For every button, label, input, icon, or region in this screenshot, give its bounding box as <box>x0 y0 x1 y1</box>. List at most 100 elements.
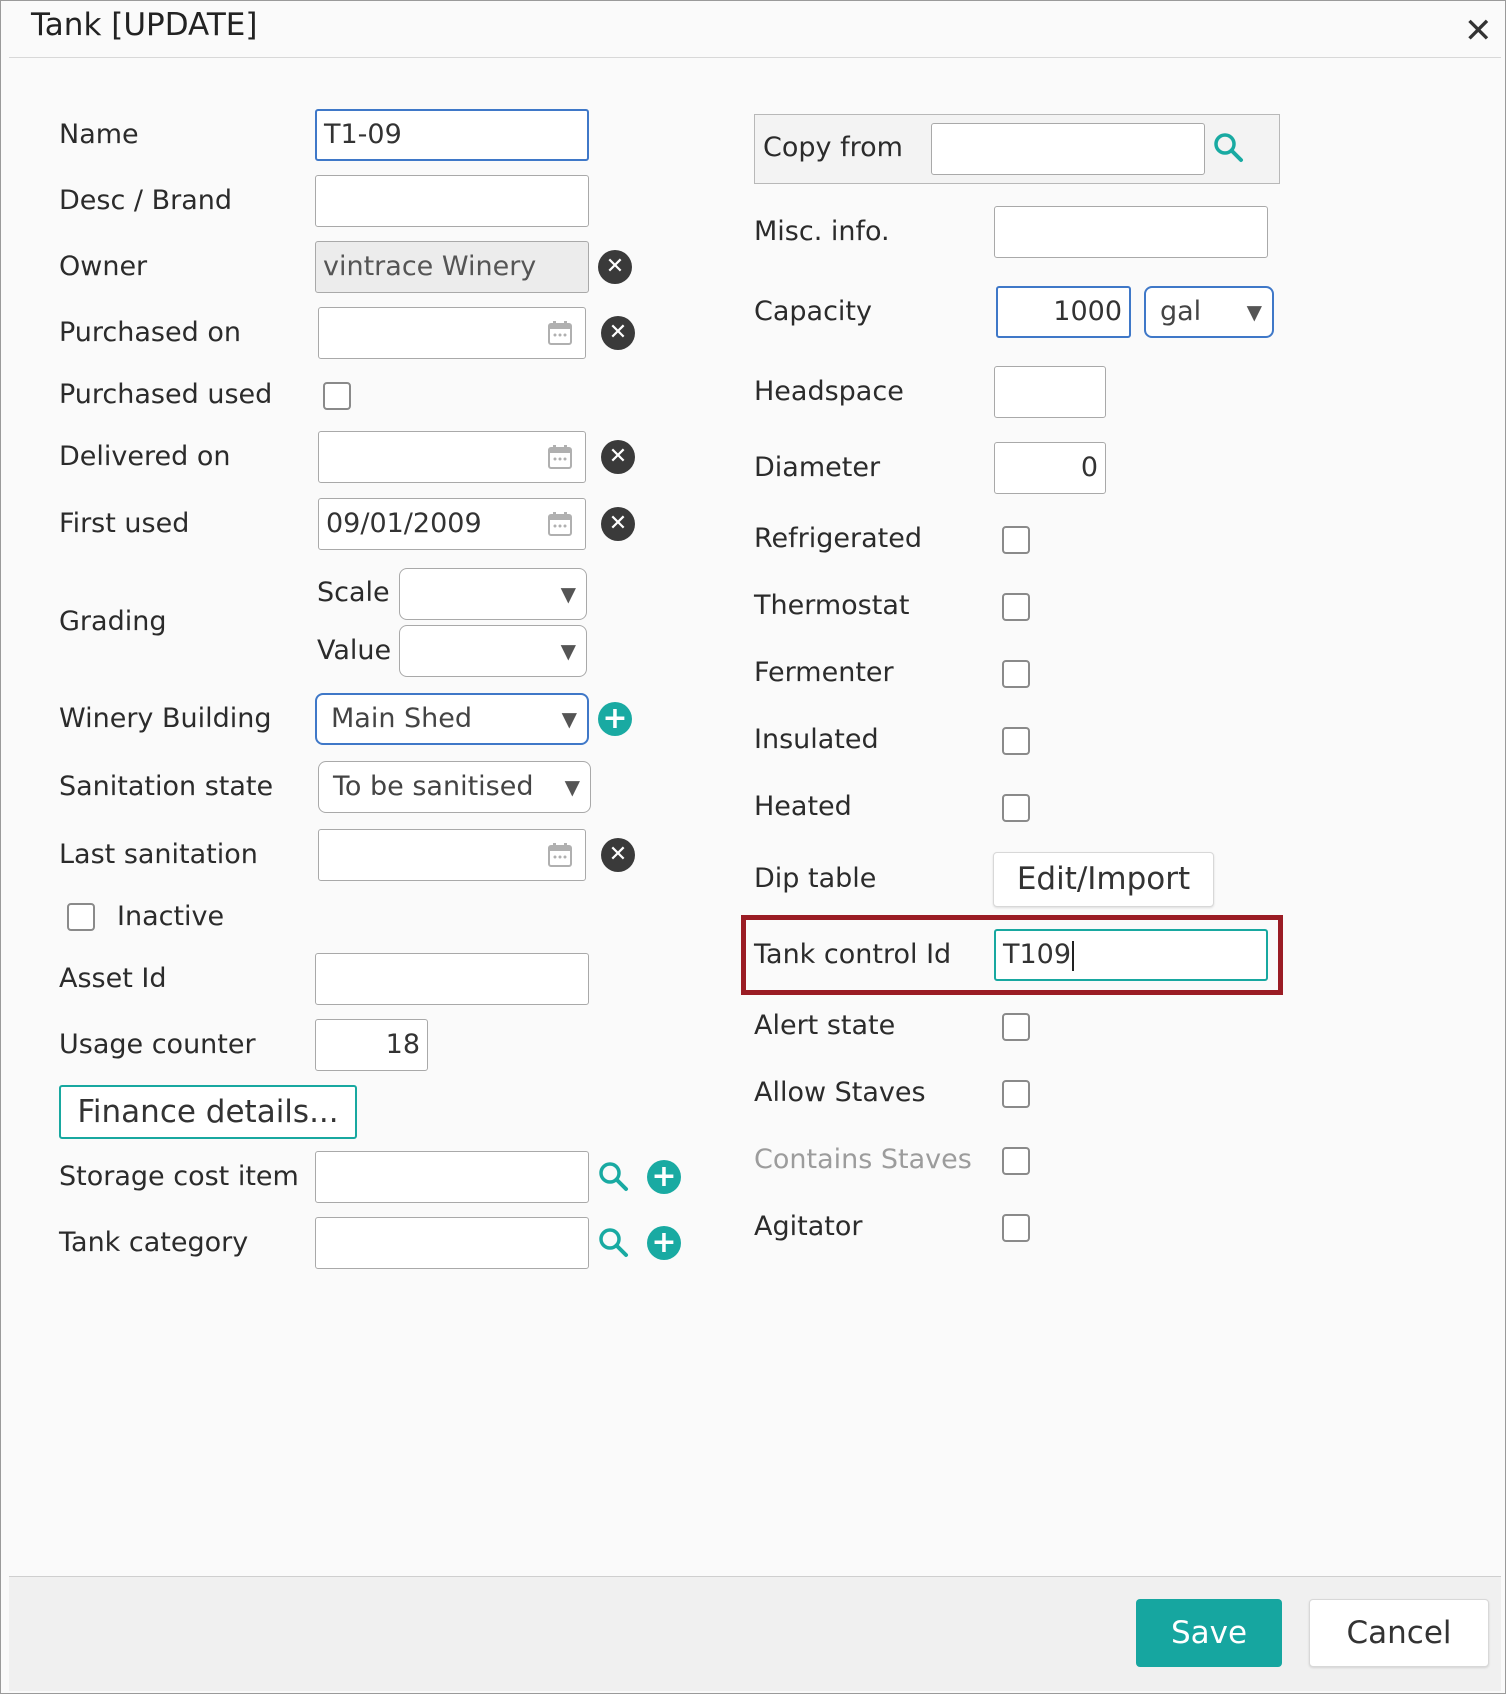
winery-building-label: Winery Building <box>59 703 272 734</box>
name-input[interactable]: T1-09 <box>315 109 589 161</box>
finance-details-button[interactable]: Finance details... <box>59 1085 357 1139</box>
scale-label: Scale <box>317 577 390 608</box>
agitator-checkbox[interactable] <box>1002 1214 1030 1242</box>
fermenter-checkbox[interactable] <box>1002 660 1030 688</box>
close-icon[interactable]: ✕ <box>1464 11 1493 51</box>
add-building-icon[interactable]: + <box>598 702 632 736</box>
copy-from-label: Copy from <box>763 132 903 163</box>
capacity-unit-select[interactable]: gal ▼ <box>1144 286 1274 338</box>
winery-building-select[interactable]: Main Shed ▼ <box>315 693 589 745</box>
tank-control-id-value: T109 <box>1003 939 1072 970</box>
value-label: Value <box>317 635 392 666</box>
add-tank-category-icon[interactable]: + <box>647 1226 681 1260</box>
headspace-input[interactable] <box>994 366 1106 418</box>
add-storage-cost-icon[interactable]: + <box>647 1160 681 1194</box>
misc-info-label: Misc. info. <box>754 216 890 247</box>
dip-table-edit-import-button[interactable]: Edit/Import <box>993 852 1214 907</box>
storage-cost-item-input[interactable] <box>315 1151 589 1203</box>
tank-category-label: Tank category <box>59 1227 249 1258</box>
last-sanitation-label: Last sanitation <box>59 839 258 870</box>
thermostat-label: Thermostat <box>754 590 910 621</box>
diameter-label: Diameter <box>754 452 881 483</box>
search-icon[interactable] <box>597 1226 629 1258</box>
copy-from-panel: Copy from <box>754 114 1280 184</box>
tank-control-id-label: Tank control Id <box>754 939 952 970</box>
chevron-down-icon: ▼ <box>560 582 576 606</box>
value-select[interactable]: ▼ <box>399 625 587 677</box>
delivered-on-label: Delivered on <box>59 441 231 472</box>
contains-staves-checkbox[interactable] <box>1002 1147 1030 1175</box>
last-sanitation-input[interactable] <box>318 829 586 881</box>
calendar-icon[interactable] <box>547 444 573 470</box>
sanitation-state-select[interactable]: To be sanitised ▼ <box>318 761 591 813</box>
heated-checkbox[interactable] <box>1002 794 1030 822</box>
text-caret <box>1072 940 1075 971</box>
search-icon[interactable] <box>597 1160 629 1192</box>
dialog-title: Tank [UPDATE] <box>31 7 258 43</box>
refrigerated-checkbox[interactable] <box>1002 526 1030 554</box>
thermostat-checkbox[interactable] <box>1002 593 1030 621</box>
dialog-footer: Save Cancel <box>9 1577 1501 1691</box>
dip-table-label: Dip table <box>754 863 877 894</box>
alert-state-label: Alert state <box>754 1010 896 1041</box>
usage-counter-label: Usage counter <box>59 1029 256 1060</box>
sanitation-state-label: Sanitation state <box>59 771 274 802</box>
insulated-checkbox[interactable] <box>1002 727 1030 755</box>
chevron-down-icon: ▼ <box>1246 300 1262 324</box>
diameter-input[interactable]: 0 <box>994 442 1106 494</box>
scale-select[interactable]: ▼ <box>399 568 587 620</box>
calendar-icon[interactable] <box>547 320 573 346</box>
headspace-label: Headspace <box>754 376 904 407</box>
sanitation-state-value: To be sanitised <box>333 771 534 802</box>
search-icon[interactable] <box>1212 131 1244 163</box>
clear-first-used-icon[interactable]: ✕ <box>601 507 635 541</box>
dialog-titlebar: Tank [UPDATE] ✕ <box>9 1 1501 58</box>
agitator-label: Agitator <box>754 1211 863 1242</box>
misc-info-input[interactable] <box>994 206 1268 258</box>
copy-from-input[interactable] <box>931 123 1205 175</box>
allow-staves-checkbox[interactable] <box>1002 1080 1030 1108</box>
contains-staves-label: Contains Staves <box>754 1144 972 1175</box>
cancel-button[interactable]: Cancel <box>1309 1599 1489 1667</box>
asset-id-label: Asset Id <box>59 963 167 994</box>
fermenter-label: Fermenter <box>754 657 894 688</box>
tank-category-input[interactable] <box>315 1217 589 1269</box>
purchased-used-label: Purchased used <box>59 379 273 410</box>
asset-id-input[interactable] <box>315 953 589 1005</box>
chevron-down-icon: ▼ <box>560 639 576 663</box>
first-used-input[interactable]: 09/01/2009 <box>318 498 586 550</box>
chevron-down-icon: ▼ <box>564 775 580 799</box>
chevron-down-icon: ▼ <box>561 707 577 731</box>
name-label: Name <box>59 119 139 150</box>
allow-staves-label: Allow Staves <box>754 1077 926 1108</box>
desc-brand-input[interactable] <box>315 175 589 227</box>
winery-building-value: Main Shed <box>331 703 473 734</box>
owner-label: Owner <box>59 251 148 282</box>
clear-last-sanitation-icon[interactable]: ✕ <box>601 838 635 872</box>
usage-counter-input[interactable]: 18 <box>315 1019 428 1071</box>
save-button[interactable]: Save <box>1136 1599 1282 1667</box>
storage-cost-item-label: Storage cost item <box>59 1161 299 1192</box>
purchased-used-checkbox[interactable] <box>323 382 351 410</box>
capacity-input[interactable]: 1000 <box>996 286 1131 338</box>
calendar-icon[interactable] <box>547 842 573 868</box>
purchased-on-input[interactable] <box>318 307 586 359</box>
owner-field: vintrace Winery <box>315 241 589 293</box>
capacity-label: Capacity <box>754 296 872 327</box>
tank-control-id-input[interactable]: T109 <box>994 929 1268 981</box>
first-used-label: First used <box>59 508 190 539</box>
clear-delivered-on-icon[interactable]: ✕ <box>601 440 635 474</box>
desc-brand-label: Desc / Brand <box>59 185 232 216</box>
clear-owner-icon[interactable]: ✕ <box>598 250 632 284</box>
capacity-unit-value: gal <box>1160 296 1202 327</box>
calendar-icon[interactable] <box>547 511 573 537</box>
first-used-value: 09/01/2009 <box>326 508 482 539</box>
clear-purchased-on-icon[interactable]: ✕ <box>601 316 635 350</box>
tank-update-dialog: Tank [UPDATE] ✕ Name T1-09 Desc / Brand … <box>0 0 1506 1694</box>
alert-state-checkbox[interactable] <box>1002 1013 1030 1041</box>
delivered-on-input[interactable] <box>318 431 586 483</box>
heated-label: Heated <box>754 791 852 822</box>
insulated-label: Insulated <box>754 724 879 755</box>
purchased-on-label: Purchased on <box>59 317 241 348</box>
inactive-checkbox[interactable] <box>67 903 95 931</box>
